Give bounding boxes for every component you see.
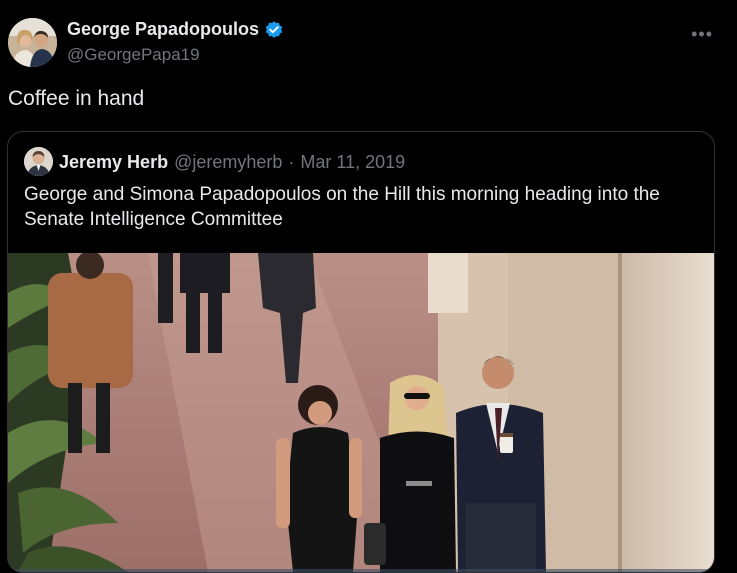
more-options-icon[interactable]: ••• bbox=[691, 24, 713, 45]
author-name[interactable]: George Papadopoulos bbox=[67, 19, 259, 40]
quoted-tweet-date[interactable]: Mar 11, 2019 bbox=[300, 152, 405, 173]
quoted-tweet-text: George and Simona Papadopoulos on the Hi… bbox=[24, 184, 660, 230]
quoted-tweet[interactable]: Jeremy Herb @jeremyherb · Mar 11, 2019 G… bbox=[7, 131, 715, 573]
quoted-author-name[interactable]: Jeremy Herb bbox=[59, 152, 168, 173]
author-avatar[interactable] bbox=[8, 18, 57, 67]
tweet-text: Coffee in hand bbox=[8, 87, 145, 110]
author-handle[interactable]: @GeorgePapa19 bbox=[67, 45, 200, 65]
separator-dot: · bbox=[288, 152, 295, 172]
quoted-tweet-image[interactable] bbox=[8, 253, 714, 572]
verified-badge-icon bbox=[265, 20, 283, 38]
quoted-author-handle[interactable]: @jeremyherb bbox=[174, 152, 282, 173]
quoted-author-avatar[interactable] bbox=[24, 147, 53, 176]
